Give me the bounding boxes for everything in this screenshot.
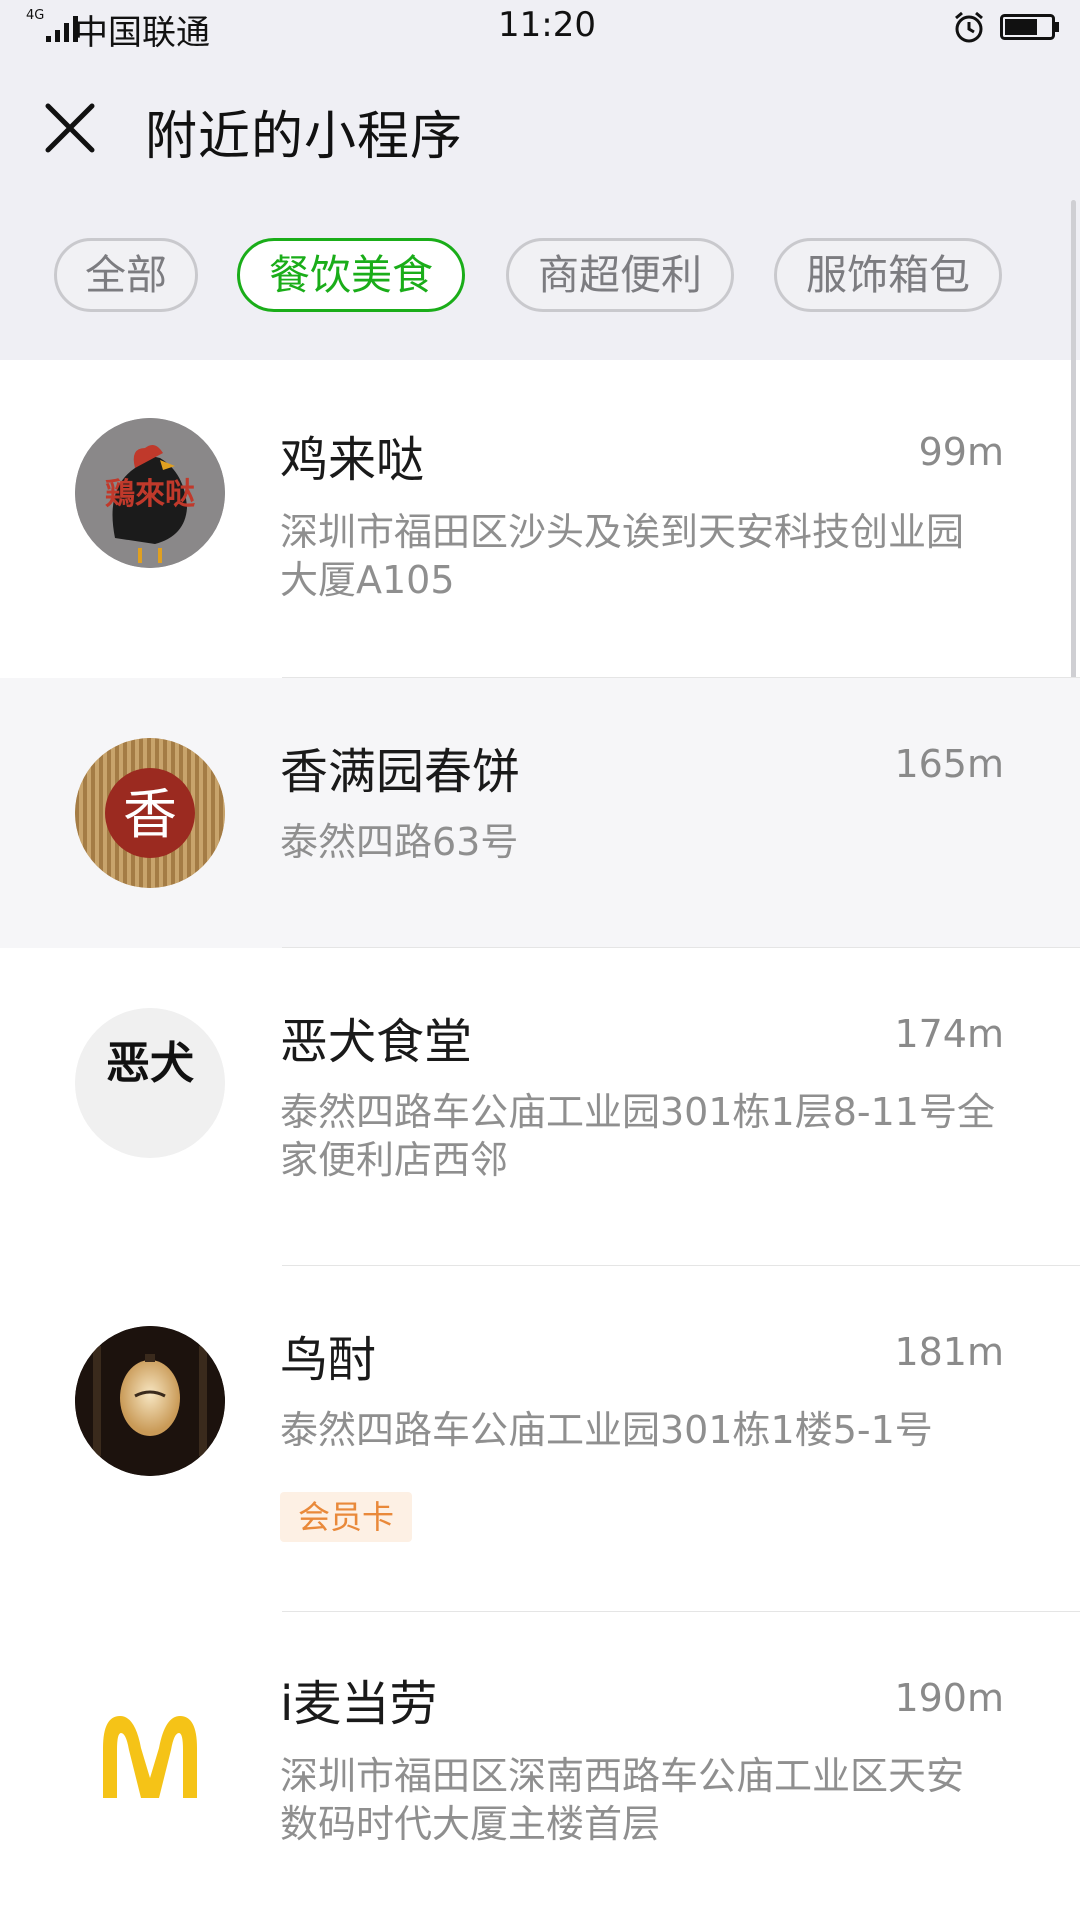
- clock: 11:20: [498, 5, 596, 45]
- item-distance: 99m: [918, 430, 1004, 474]
- item-name: 恶犬食堂: [280, 1014, 473, 1070]
- network-type: 4G: [26, 8, 45, 23]
- item-address: 深圳市福田区深南西路车公庙工业区天安数码时代大厦主楼首层: [280, 1754, 965, 1846]
- item-distance: 181m: [894, 1330, 1004, 1374]
- member-card-badge: 会员卡: [280, 1492, 413, 1542]
- list-item[interactable]: 鶏來哒 鸡来哒 99m 深圳市福田区沙头及诶到天安科技创业园大厦A105: [0, 360, 1080, 678]
- item-distance: 165m: [894, 742, 1004, 786]
- filter-apparel[interactable]: 服饰箱包: [774, 238, 1002, 312]
- list-item[interactable]: 香 香满园春饼 165m 泰然四路63号: [0, 678, 1080, 948]
- item-name: 鸟酎: [280, 1332, 377, 1388]
- item-name: i麦当劳: [280, 1676, 438, 1732]
- item-distance: 174m: [894, 1012, 1004, 1056]
- item-logo: [75, 1678, 225, 1828]
- item-logo: 恶犬: [75, 1008, 225, 1158]
- filter-all[interactable]: 全部: [54, 238, 198, 312]
- item-logo: 鶏來哒: [75, 418, 225, 568]
- item-address: 泰然四路车公庙工业园301栋1层8-11号全家便利店西邻: [280, 1090, 995, 1182]
- list-item[interactable]: 鸟酎 181m 泰然四路车公庙工业园301栋1楼5-1号 会员卡: [0, 1266, 1080, 1612]
- list-item[interactable]: i麦当劳 190m 深圳市福田区深南西路车公庙工业区天安数码时代大厦主楼首层: [0, 1612, 1080, 1912]
- item-logo: 香: [75, 738, 225, 888]
- item-address: 泰然四路车公庙工业园301栋1楼5-1号: [280, 1408, 933, 1452]
- filter-food[interactable]: 餐饮美食: [237, 238, 465, 312]
- top-area: 4G 中国联通 11:20 附近的小程序 全部 餐饮美食 商超便利 服饰箱包: [0, 0, 1080, 360]
- carrier-name: 中国联通: [74, 13, 210, 53]
- alarm-icon: [955, 11, 983, 43]
- item-name: 鸡来哒: [280, 432, 425, 488]
- svg-text:恶犬: 恶犬: [106, 1038, 194, 1089]
- list-item[interactable]: 恶犬 恶犬食堂 174m 泰然四路车公庙工业园301栋1层8-11号全家便利店西…: [0, 948, 1080, 1266]
- battery-icon: [1000, 14, 1059, 40]
- nav-bar: 附近的小程序: [0, 80, 1080, 170]
- item-address: 泰然四路63号: [280, 820, 519, 864]
- item-logo: [75, 1326, 225, 1476]
- item-address: 深圳市福田区沙头及诶到天安科技创业园大厦A105: [280, 510, 965, 602]
- status-bar: 4G 中国联通 11:20: [0, 0, 1080, 53]
- page-title: 附近的小程序: [145, 107, 464, 167]
- nearby-list: 鶏來哒 鸡来哒 99m 深圳市福田区沙头及诶到天安科技创业园大厦A105 香 香…: [0, 360, 1080, 1912]
- rooster-icon: 鶏來哒: [75, 418, 225, 568]
- close-icon[interactable]: [40, 98, 100, 158]
- mcdonalds-arches-icon: [103, 1716, 197, 1798]
- lantern-icon: [75, 1326, 225, 1476]
- item-name: 香满园春饼: [280, 744, 521, 800]
- item-distance: 190m: [894, 1676, 1004, 1720]
- filter-supermarket[interactable]: 商超便利: [506, 238, 734, 312]
- equan-logo-icon: 恶犬: [75, 1008, 225, 1158]
- category-filters: 全部 餐饮美食 商超便利 服饰箱包: [0, 238, 1080, 318]
- svg-text:鶏來哒: 鶏來哒: [105, 477, 195, 512]
- xiang-logo-icon: 香: [75, 738, 225, 888]
- svg-text:香: 香: [123, 783, 177, 846]
